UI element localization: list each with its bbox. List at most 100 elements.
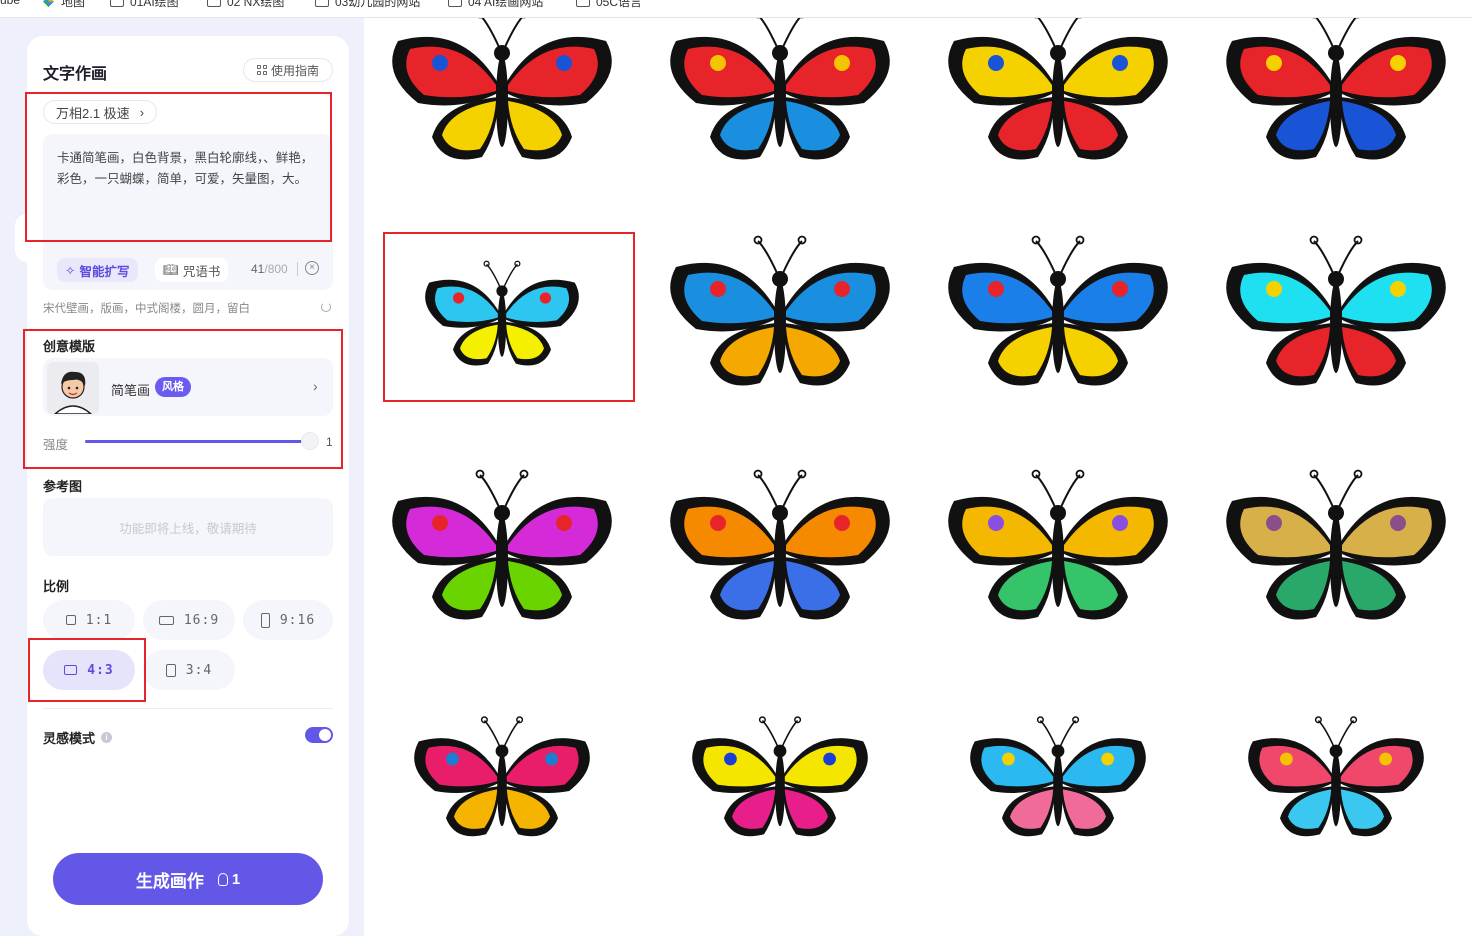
butterfly-icon: [1248, 716, 1424, 837]
char-counter: 41/800: [251, 262, 288, 276]
bulb-icon: [217, 872, 228, 886]
model-label: 万相2.1 极速: [56, 105, 130, 121]
guide-label: 使用指南: [270, 63, 319, 78]
ratio-3-4-button[interactable]: 3:4: [143, 650, 235, 690]
guide-button[interactable]: 使用指南: [243, 58, 333, 82]
landscape-icon: [158, 615, 174, 625]
inspiration-toggle[interactable]: [305, 727, 333, 743]
butterfly-icon: [1226, 469, 1446, 620]
avatar: [47, 362, 99, 414]
refresh-icon[interactable]: [321, 302, 331, 312]
folder-icon: [207, 0, 221, 7]
folder-icon: [448, 0, 462, 7]
bookmark-item[interactable]: 05C语言: [576, 0, 642, 10]
text-to-image-panel: 文字作画 使用指南 万相2.1 极速 › 卡通简笔画，白色背景，黑白轮廓线，、鲜…: [15, 36, 349, 936]
butterfly-icon: [948, 18, 1168, 160]
spellbook-label: 咒语书: [182, 264, 221, 279]
generate-label: 生成画作: [135, 871, 204, 891]
gallery-image[interactable]: [650, 224, 910, 414]
bookmark-item[interactable]: 02 NX绘图: [207, 0, 284, 10]
template-section-label: 创意模版: [43, 339, 96, 354]
prompt-input[interactable]: 卡通简笔画，白色背景，黑白轮廓线，、鲜艳，彩色，一只蝴蝶，简单，可爱，矢量图，大…: [43, 134, 333, 268]
reference-section-label: 参考图: [43, 479, 83, 494]
smart-expand-button[interactable]: ✧ 智能扩写: [57, 258, 138, 282]
ratio-9-16-button[interactable]: 9:16: [243, 600, 333, 640]
portrait-icon: [165, 663, 176, 677]
inspiration-mode-label: 灵感模式 i: [43, 728, 113, 747]
reference-image-placeholder: 功能即将上线，敬请期待: [43, 498, 333, 556]
butterfly-icon: [692, 716, 868, 837]
butterfly-icon: [1226, 18, 1446, 160]
sparkle-icon: ✧: [65, 263, 76, 278]
gallery-image[interactable]: [928, 458, 1188, 648]
butterfly-icon: [392, 469, 612, 620]
gallery-image[interactable]: [372, 458, 632, 648]
bookmarks-bar: ube 地图 01AI绘图 02 NX绘图 03幼儿园的网站 04 AI绘画网站…: [0, 0, 1472, 18]
prompt-text[interactable]: 卡通简笔画，白色背景，黑白轮廓线，、鲜艳，彩色，一只蝴蝶，简单，可爱，矢量图，大…: [57, 148, 321, 190]
template-card[interactable]: 简笔画 风格 ›: [43, 358, 333, 416]
butterfly-icon: [670, 18, 890, 160]
bookmark-item[interactable]: 01AI绘图: [110, 0, 179, 10]
collapse-handle[interactable]: [15, 214, 39, 262]
divider: [43, 708, 333, 709]
chevron-right-icon: ›: [139, 104, 145, 120]
gallery-image[interactable]: [1206, 458, 1466, 648]
template-name: 简笔画: [111, 383, 151, 398]
clear-icon[interactable]: ×: [305, 261, 319, 275]
folder-icon: [576, 0, 590, 7]
butterfly-icon: [670, 235, 890, 386]
bookmark-item[interactable]: 地图: [42, 0, 85, 10]
chevron-right-icon: ›: [313, 378, 318, 394]
model-selector[interactable]: 万相2.1 极速 ›: [43, 100, 158, 124]
book-icon: 📖︎: [163, 262, 179, 277]
cost-indicator: 1: [217, 871, 240, 888]
divider: [297, 262, 298, 276]
ratio-16-9-button[interactable]: 16:9: [143, 600, 235, 640]
spellbook-button[interactable]: 📖︎ 咒语书: [155, 258, 229, 282]
prompt-toolbar: ✧ 智能扩写 📖︎ 咒语书 41/800 ×: [43, 250, 333, 290]
gallery-image[interactable]: [1206, 688, 1466, 878]
butterfly-icon: [425, 260, 579, 366]
gallery-image[interactable]: [372, 224, 632, 414]
folder-icon: [315, 0, 329, 7]
hint-tags[interactable]: 宋代壁画，版画，中式阁楼，圆月，留白: [43, 300, 250, 316]
gallery-image[interactable]: [372, 18, 632, 188]
bookmark-item[interactable]: ube: [0, 0, 20, 7]
image-gallery: [364, 18, 1472, 936]
gallery-image[interactable]: [928, 224, 1188, 414]
strength-value: 1: [326, 435, 333, 449]
ratio-1-1-button[interactable]: 1:1: [43, 600, 135, 640]
square-icon: [65, 615, 76, 625]
butterfly-icon: [1226, 235, 1446, 386]
gallery-image[interactable]: [650, 18, 910, 188]
strength-label: 强度: [43, 438, 69, 452]
butterfly-icon: [970, 716, 1146, 837]
panel-title: 文字作画: [43, 66, 108, 83]
butterfly-icon: [414, 716, 590, 837]
info-icon[interactable]: i: [101, 732, 113, 743]
butterfly-icon: [948, 235, 1168, 386]
landscape-icon: [64, 665, 78, 675]
gallery-image[interactable]: [928, 18, 1188, 188]
butterfly-icon: [670, 469, 890, 620]
strength-slider-fill: [85, 440, 305, 443]
ratio-section-label: 比例: [43, 579, 70, 594]
folder-icon: [110, 0, 124, 7]
bookmark-item[interactable]: 04 AI绘画网站: [448, 0, 543, 10]
strength-slider-handle[interactable]: [301, 432, 319, 450]
bookmark-item[interactable]: 03幼儿园的网站: [315, 0, 420, 10]
portrait-icon: [260, 612, 270, 628]
grid-icon: [256, 65, 267, 75]
map-icon: [43, 0, 54, 7]
ratio-4-3-button[interactable]: 4:3: [43, 650, 135, 690]
butterfly-icon: [392, 18, 612, 160]
gallery-image[interactable]: [372, 688, 632, 878]
gallery-image[interactable]: [1206, 224, 1466, 414]
generate-button[interactable]: 生成画作 1: [53, 853, 323, 905]
gallery-image[interactable]: [1206, 18, 1466, 188]
butterfly-icon: [948, 469, 1168, 620]
gallery-image[interactable]: [928, 688, 1188, 878]
gallery-image[interactable]: [650, 458, 910, 648]
smart-expand-label: 智能扩写: [79, 264, 130, 279]
gallery-image[interactable]: [650, 688, 910, 878]
